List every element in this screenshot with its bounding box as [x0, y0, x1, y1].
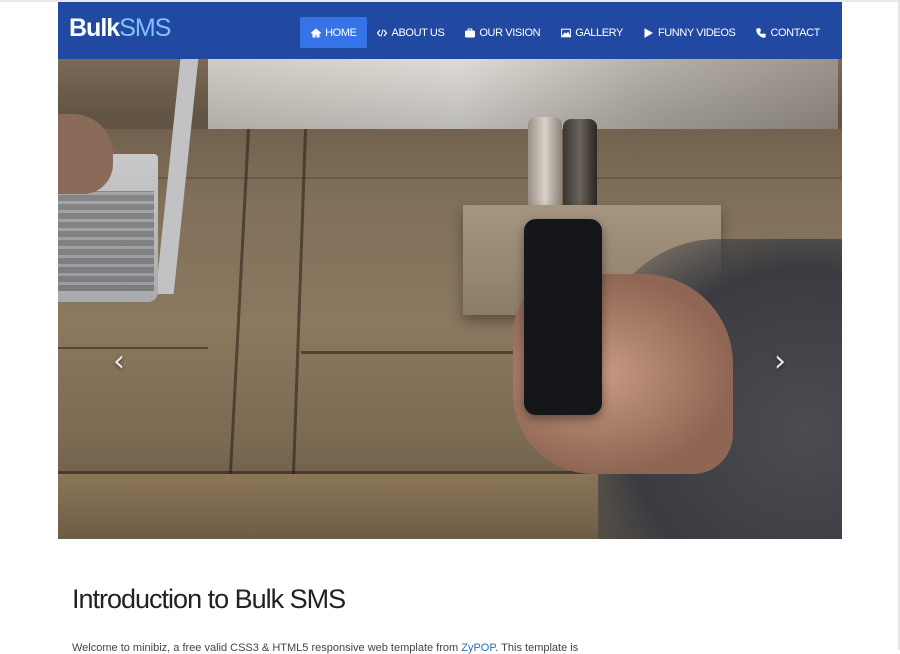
nav-item-home[interactable]: HOME: [300, 17, 367, 48]
nav-item-contact[interactable]: CONTACT: [745, 17, 830, 48]
home-icon: [310, 27, 321, 38]
carousel-prev-arrow-icon[interactable]: ‹: [108, 345, 130, 379]
table-seam: [228, 129, 251, 474]
zypop-link[interactable]: ZyPOP: [461, 642, 495, 654]
nav-item-gallery[interactable]: GALLERY: [550, 17, 633, 48]
nav-item-label: FUNNY VIDEOS: [657, 26, 736, 39]
code-icon: [377, 27, 388, 38]
table-seam: [58, 347, 208, 349]
picture-icon: [560, 27, 571, 38]
brand-logo[interactable]: BulkSMS: [69, 14, 171, 42]
play-icon: [643, 27, 654, 38]
mobile-phone: [524, 219, 602, 415]
salt-shaker: [528, 117, 562, 217]
nav-item-label: GALLERY: [575, 26, 623, 39]
intro-paragraph: Welcome to minibiz, a free valid CSS3 & …: [72, 642, 578, 654]
nav-item-funny-videos[interactable]: FUNNY VIDEOS: [633, 17, 746, 48]
page-container: BulkSMS HOME ABOUT US OUR VISION GALLERY…: [58, 2, 842, 539]
brand-part2: SMS: [119, 14, 171, 42]
intro-text-end: . This template is: [495, 642, 579, 654]
navbar: BulkSMS HOME ABOUT US OUR VISION GALLERY…: [58, 2, 842, 59]
table-seam: [291, 129, 308, 474]
nav-item-label: CONTACT: [770, 26, 820, 39]
nav-item-our-vision[interactable]: OUR VISION: [454, 17, 550, 48]
main-nav: HOME ABOUT US OUR VISION GALLERY FUNNY V…: [300, 17, 830, 48]
nav-item-label: HOME: [325, 26, 357, 39]
nav-item-label: OUR VISION: [479, 26, 541, 39]
carousel-next-arrow-icon[interactable]: ›: [769, 345, 791, 379]
hero-carousel: ‹ ›: [58, 59, 842, 539]
intro-heading: Introduction to Bulk SMS: [72, 584, 346, 614]
phone-icon: [755, 27, 766, 38]
nav-item-about-us[interactable]: ABOUT US: [367, 17, 455, 48]
nav-item-label: ABOUT US: [391, 26, 445, 39]
brand-part1: Bulk: [69, 14, 120, 42]
briefcase-icon: [464, 27, 475, 38]
laptop-keyboard: [58, 191, 154, 291]
intro-text-start: Welcome to minibiz, a free valid CSS3 & …: [72, 642, 462, 654]
